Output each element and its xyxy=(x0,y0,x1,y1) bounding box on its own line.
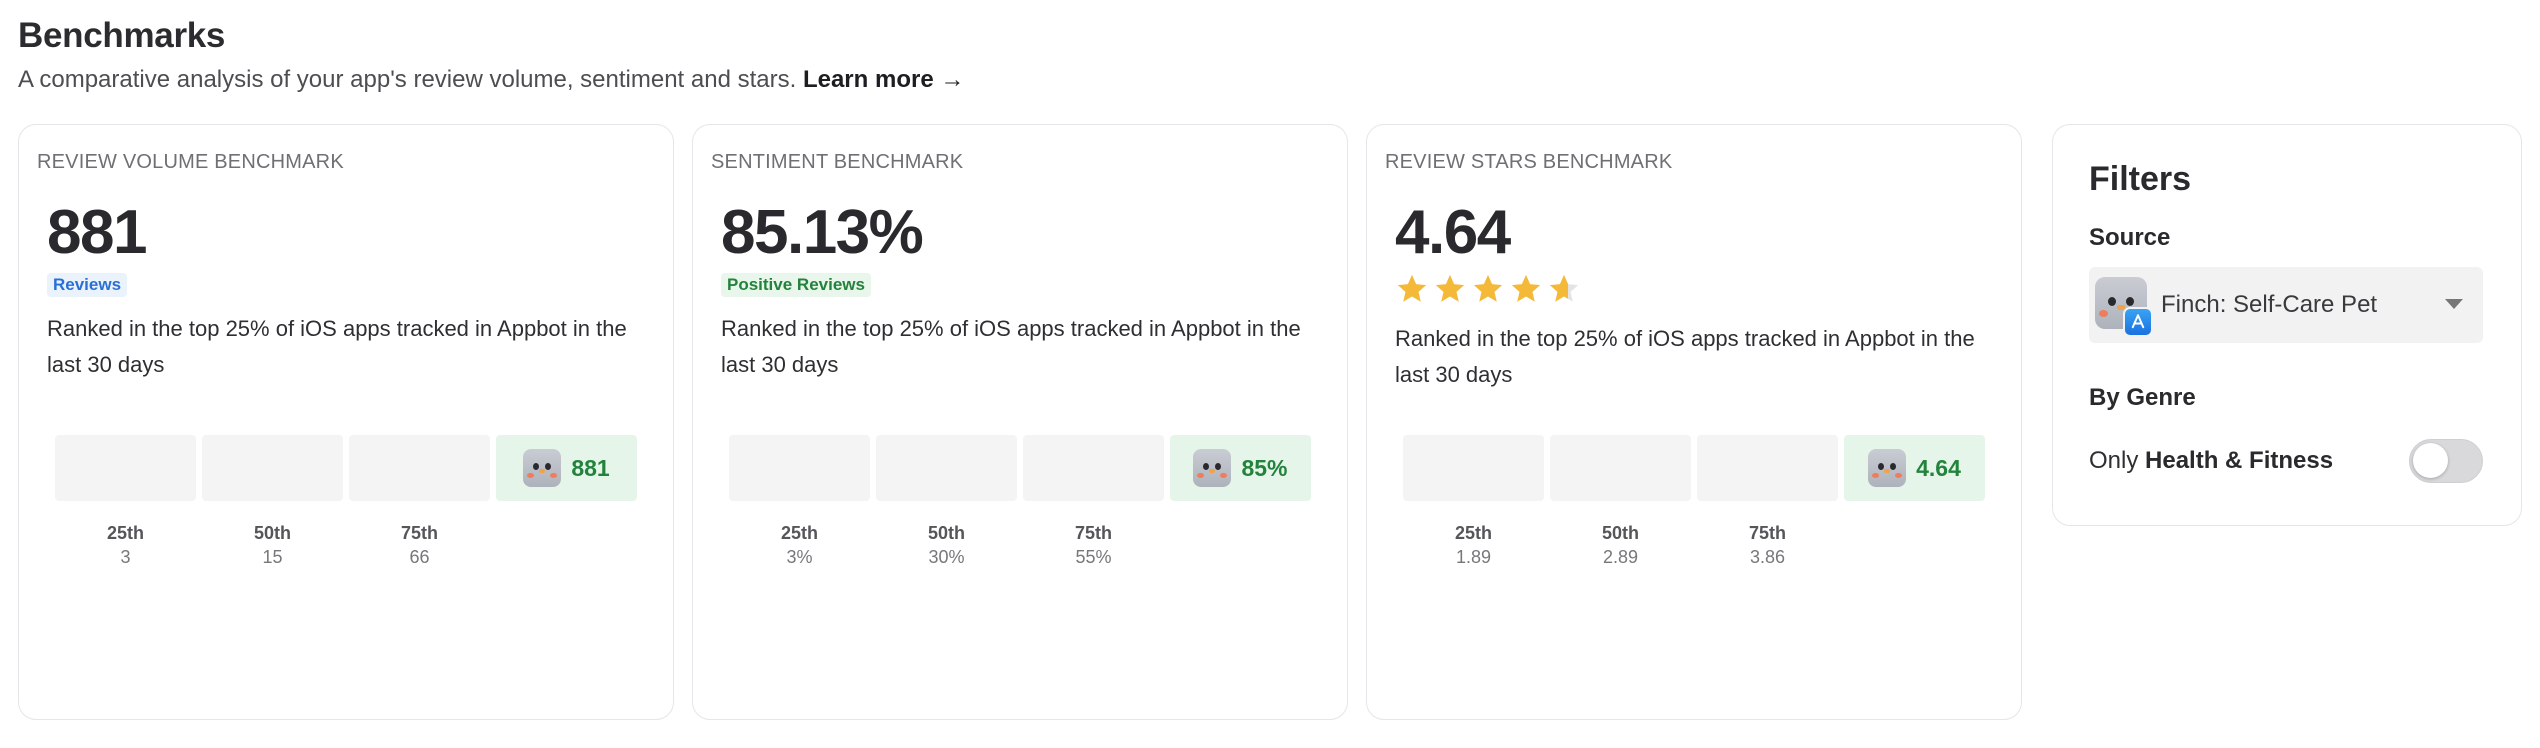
tick-25th: 25th 3% xyxy=(729,521,870,569)
tick-label: 50th xyxy=(1601,523,1639,543)
genre-toggle-row: Only Health & Fitness xyxy=(2089,439,2483,483)
tick-75th: 75th 66 xyxy=(349,521,490,569)
tick-value: 3.86 xyxy=(1749,547,1786,567)
bar-segment-current: 881 xyxy=(496,435,637,501)
card-value: 881 xyxy=(47,198,147,267)
rank-text: Ranked in the top 25% of iOS apps tracke… xyxy=(1395,326,1975,387)
bar-segment-50th xyxy=(876,435,1017,501)
genre-heading: By Genre xyxy=(2089,384,2196,411)
current-value: 4.64 xyxy=(1916,454,1961,481)
review-volume-card: REVIEW VOLUME BENCHMARK 881 Reviews Rank… xyxy=(18,124,674,720)
toggle-knob[interactable] xyxy=(2413,443,2448,478)
percentile-ticks: 25th 3% 50th 30% 75th 55% xyxy=(729,521,1164,569)
tick-label: 25th xyxy=(106,523,144,543)
tick-value: 3 xyxy=(120,547,131,567)
app-store-icon xyxy=(2123,307,2153,337)
bar-segment-25th xyxy=(729,435,870,501)
card-label: REVIEW STARS BENCHMARK xyxy=(1385,151,1673,173)
subtitle-text: A comparative analysis of your app's rev… xyxy=(18,66,797,93)
tick-value: 3% xyxy=(786,547,813,567)
card-value: 4.64 xyxy=(1395,198,1511,267)
tick-25th: 25th 3 xyxy=(55,521,196,569)
bar-segment-current: 4.64 xyxy=(1844,435,1985,501)
tick-25th: 25th 1.89 xyxy=(1403,521,1544,569)
filters-panel: Filters Source Finch: Self-Care Pet By G… xyxy=(2052,124,2522,526)
positive-reviews-badge: Positive Reviews xyxy=(721,273,871,297)
star-icon xyxy=(1549,274,1579,302)
tick-label: 75th xyxy=(1748,523,1786,543)
current-value: 85% xyxy=(1241,454,1288,481)
bar-segment-50th xyxy=(202,435,343,501)
tick-label: 50th xyxy=(253,523,291,543)
percentile-ticks: 25th 1.89 50th 2.89 75th 3.86 xyxy=(1403,521,1838,569)
rank-text: Ranked in the top 25% of iOS apps tracke… xyxy=(47,316,627,377)
card-label: SENTIMENT BENCHMARK xyxy=(711,151,964,173)
toggle-label: Only Health & Fitness xyxy=(2089,447,2333,475)
bar-segment-75th xyxy=(1697,435,1838,501)
tick-75th: 75th 3.86 xyxy=(1697,521,1838,569)
tick-50th: 50th 15 xyxy=(202,521,343,569)
chevron-down-icon[interactable] xyxy=(2445,299,2463,309)
page-subtitle: A comparative analysis of your app's rev… xyxy=(18,64,2522,96)
bar-segment-75th xyxy=(1023,435,1164,501)
tick-label: 25th xyxy=(780,523,818,543)
tick-75th: 75th 55% xyxy=(1023,521,1164,569)
benchmark-bar: 4.64 xyxy=(1403,435,1985,501)
tick-value: 15 xyxy=(262,547,283,567)
benchmark-bar: 85% xyxy=(729,435,1311,501)
bar-segment-50th xyxy=(1550,435,1691,501)
star-rating xyxy=(1395,271,2003,307)
star-icon xyxy=(1511,274,1541,302)
card-value: 85.13% xyxy=(721,198,924,267)
toggle-prefix: Only xyxy=(2089,447,2139,474)
benchmark-bar: 881 xyxy=(55,435,637,501)
tick-50th: 50th 2.89 xyxy=(1550,521,1691,569)
current-value: 881 xyxy=(571,454,610,481)
percentile-ticks: 25th 3 50th 15 75th 66 xyxy=(55,521,490,569)
card-label: REVIEW VOLUME BENCHMARK xyxy=(37,151,344,173)
bar-segment-75th xyxy=(349,435,490,501)
source-heading: Source xyxy=(2089,224,2171,251)
learn-more-link[interactable]: Learn more → xyxy=(803,66,964,93)
tick-value: 30% xyxy=(928,547,965,567)
benchmarks-page: Benchmarks A comparative analysis of you… xyxy=(0,0,2540,748)
bar-segment-current: 85% xyxy=(1170,435,1311,501)
tick-label: 75th xyxy=(1074,523,1112,543)
filters-title: Filters xyxy=(2089,160,2192,198)
bar-segment-25th xyxy=(1403,435,1544,501)
page-title: Benchmarks xyxy=(18,16,226,55)
tick-value: 55% xyxy=(1075,547,1112,567)
source-app-icon-wrap xyxy=(2095,277,2153,337)
source-value: Finch: Self-Care Pet xyxy=(2161,291,2378,318)
finch-app-icon xyxy=(1193,449,1232,487)
sentiment-card: SENTIMENT BENCHMARK 85.13% Positive Revi… xyxy=(692,124,1348,720)
reviews-badge: Reviews xyxy=(47,273,128,297)
tick-label: 25th xyxy=(1454,523,1492,543)
rank-text: Ranked in the top 25% of iOS apps tracke… xyxy=(721,316,1301,377)
review-stars-card: REVIEW STARS BENCHMARK 4.64 Ranked in th… xyxy=(1366,124,2022,720)
benchmark-cards: REVIEW VOLUME BENCHMARK 881 Reviews Rank… xyxy=(18,124,2022,720)
tick-value: 2.89 xyxy=(1602,547,1639,567)
health-fitness-toggle[interactable] xyxy=(2409,439,2483,483)
star-icon xyxy=(1397,274,1427,302)
bar-segment-25th xyxy=(55,435,196,501)
toggle-genre: Health & Fitness xyxy=(2145,447,2334,474)
star-icon xyxy=(1435,274,1465,302)
tick-label: 50th xyxy=(927,523,965,543)
finch-app-icon xyxy=(523,449,562,487)
finch-app-icon xyxy=(1868,449,1907,487)
tick-label: 75th xyxy=(400,523,438,543)
tick-value: 1.89 xyxy=(1455,547,1492,567)
tick-value: 66 xyxy=(409,547,430,567)
star-icon xyxy=(1473,274,1503,302)
source-select[interactable]: Finch: Self-Care Pet xyxy=(2089,267,2483,343)
tick-50th: 50th 30% xyxy=(876,521,1017,569)
